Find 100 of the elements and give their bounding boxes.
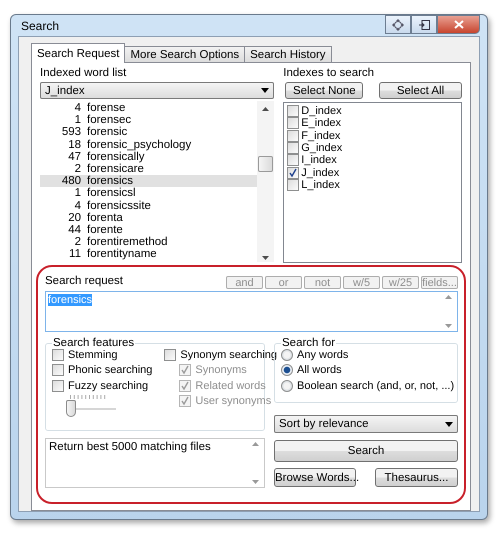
checkbox-label: Stemming bbox=[68, 349, 118, 362]
checkbox-label: User synonyms bbox=[195, 395, 272, 408]
word-list-row[interactable]: 44 forente bbox=[40, 224, 258, 236]
word-count: 47 bbox=[67, 150, 82, 163]
dropdown-arrow-icon bbox=[261, 88, 270, 93]
radio-label: All words bbox=[297, 364, 342, 376]
word: forensicsl bbox=[87, 187, 136, 200]
browse-words-button[interactable]: Browse Words... bbox=[274, 468, 356, 487]
checkbox-label: J_index bbox=[301, 166, 340, 179]
checkbox-label: Synonym searching bbox=[180, 349, 277, 362]
word-count: 4 bbox=[74, 102, 82, 114]
fuzzy-slider[interactable] bbox=[66, 394, 116, 417]
word-list-row[interactable]: 4 forensicssite bbox=[40, 200, 258, 212]
checkbox-label: Fuzzy searching bbox=[68, 380, 148, 392]
word-list-row[interactable]: 1 forensec bbox=[40, 114, 258, 126]
tab[interactable]: Search Request bbox=[31, 43, 126, 63]
checkbox-label: Phonic searching bbox=[68, 364, 152, 376]
checkbox-label: L_index bbox=[301, 178, 340, 191]
dropdown-arrow-icon bbox=[445, 422, 453, 426]
checkbox-label: E_index bbox=[301, 117, 342, 130]
word-count: 593 bbox=[60, 126, 82, 138]
word: forenta bbox=[87, 212, 123, 224]
radio-label: Boolean search (and, or, not, ...) bbox=[297, 380, 454, 392]
scroll-thumb[interactable] bbox=[258, 156, 274, 172]
word-count: 44 bbox=[67, 224, 82, 236]
slider-thumb[interactable] bbox=[66, 400, 76, 417]
word: forensic bbox=[87, 126, 128, 138]
checkbox[interactable] bbox=[287, 154, 300, 166]
word-list-row[interactable]: 20 forenta bbox=[40, 212, 258, 224]
radio-button[interactable] bbox=[281, 364, 293, 376]
word: forente bbox=[87, 224, 123, 236]
group-title: Search features bbox=[52, 337, 136, 349]
scroll-down-icon bbox=[252, 480, 259, 484]
word: forentiremethod bbox=[87, 236, 168, 248]
checkbox[interactable] bbox=[52, 364, 64, 376]
window-title: Search bbox=[20, 18, 60, 32]
checkbox-label: I_index bbox=[301, 154, 337, 166]
scrollbar[interactable] bbox=[257, 101, 274, 262]
checkbox[interactable] bbox=[164, 349, 176, 362]
checkbox[interactable] bbox=[52, 349, 64, 362]
tab[interactable]: Search History bbox=[244, 46, 332, 63]
word-count: 4 bbox=[74, 200, 82, 212]
scroll-down-icon bbox=[445, 324, 452, 328]
word: forensec bbox=[87, 114, 132, 126]
word: forense bbox=[87, 102, 126, 114]
word-list-row[interactable]: 2 forensicare bbox=[40, 162, 258, 176]
field-label: Search request bbox=[45, 274, 123, 288]
scroll-up-icon bbox=[262, 107, 270, 111]
checkbox-label: Synonyms bbox=[195, 364, 247, 376]
word-count: 1 bbox=[74, 187, 82, 200]
word-list-row[interactable]: 4 forense bbox=[40, 102, 258, 114]
radio-button[interactable] bbox=[281, 349, 293, 362]
checkbox[interactable] bbox=[287, 105, 300, 118]
checkbox[interactable] bbox=[287, 142, 300, 154]
checkbox[interactable] bbox=[52, 380, 64, 392]
checkbox[interactable] bbox=[287, 178, 300, 191]
radio-label: Any words bbox=[297, 349, 348, 362]
dock-button[interactable] bbox=[411, 15, 437, 34]
checkbox[interactable] bbox=[287, 117, 300, 130]
word-list-row[interactable]: 480 forensics bbox=[40, 175, 258, 188]
field-label: Indexed word list bbox=[40, 67, 128, 81]
word-list-row[interactable]: 18 forensic_psychology bbox=[40, 138, 258, 151]
word: forensicssite bbox=[87, 200, 151, 212]
word: forentityname bbox=[87, 248, 157, 260]
close-button[interactable] bbox=[437, 15, 480, 34]
crosshair-icon bbox=[392, 18, 404, 30]
word-count: 11 bbox=[68, 248, 82, 260]
radio-button[interactable] bbox=[281, 380, 293, 392]
group-title: Search for bbox=[281, 337, 336, 349]
close-icon bbox=[454, 20, 464, 29]
checkbox-label: F_index bbox=[301, 130, 340, 142]
search-button[interactable]: Search bbox=[274, 440, 458, 462]
checkbox-label: D_index bbox=[301, 105, 342, 118]
checkbox[interactable] bbox=[287, 166, 300, 179]
search-text: forensics bbox=[48, 294, 92, 306]
word-list-row[interactable]: 1 forensicsl bbox=[40, 187, 258, 200]
sort-dropdown[interactable]: Sort by relevance bbox=[274, 415, 458, 433]
checkbox-label: G_index bbox=[301, 142, 342, 154]
dock-icon bbox=[418, 20, 430, 30]
field-label: Indexes to search bbox=[283, 67, 376, 81]
word-list-row[interactable]: 47 forensically bbox=[40, 150, 258, 163]
word-list-row[interactable]: 593 forensic bbox=[40, 126, 258, 139]
word-list-row[interactable]: 2 forentiremethod bbox=[40, 236, 258, 248]
tab[interactable]: More Search Options bbox=[124, 46, 246, 63]
word-count: 480 bbox=[60, 175, 82, 188]
word-list-row[interactable]: 11 forentityname bbox=[40, 248, 258, 260]
select-none-button[interactable]: Select None bbox=[285, 82, 364, 99]
word: forensicare bbox=[87, 163, 144, 176]
word-count: 18 bbox=[67, 138, 82, 151]
word-count: 2 bbox=[74, 236, 82, 248]
move-button[interactable] bbox=[385, 15, 411, 34]
scroll-up-icon bbox=[445, 295, 452, 299]
slider-ticks-icon bbox=[70, 394, 106, 399]
word-count: 1 bbox=[74, 114, 82, 126]
checkbox[interactable] bbox=[287, 130, 300, 142]
index-dropdown[interactable]: J_index bbox=[40, 82, 274, 99]
word-count: 20 bbox=[67, 212, 82, 224]
thesaurus-button[interactable]: Thesaurus... bbox=[375, 468, 458, 487]
word: forensic_psychology bbox=[87, 138, 192, 151]
select-all-button[interactable]: Select All bbox=[379, 82, 462, 99]
